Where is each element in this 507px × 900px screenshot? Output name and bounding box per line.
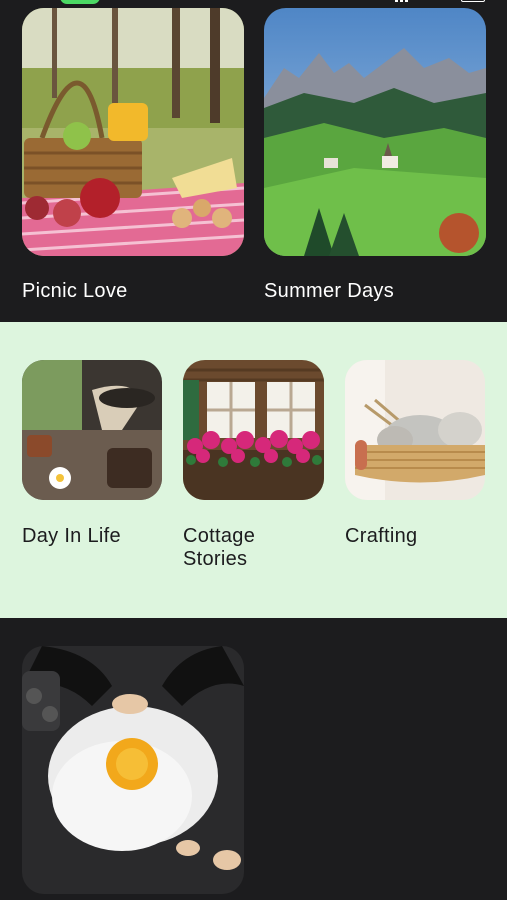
card-crafting[interactable]: Crafting <box>345 360 490 560</box>
picnic-love-image <box>22 8 244 256</box>
status-icons <box>395 0 485 2</box>
cottage-stories-image <box>183 360 324 500</box>
status-pill <box>60 0 100 4</box>
crafting-image <box>345 360 485 500</box>
signal-icon <box>395 0 398 2</box>
baking-image <box>22 646 244 894</box>
signal-bar <box>405 0 408 2</box>
card-label-crafting: Crafting <box>345 525 418 547</box>
signal-bar <box>400 0 403 2</box>
card-baking[interactable] <box>22 646 244 894</box>
day-in-life-image <box>22 360 162 500</box>
card-picnic-love[interactable]: Picnic Love <box>22 8 244 313</box>
card-label-day-in-life: Day In Life <box>22 525 121 547</box>
card-cottage-stories[interactable]: Cottage Stories <box>183 360 328 580</box>
card-summer-days[interactable]: Summer Days <box>264 8 486 313</box>
battery-icon <box>461 0 485 2</box>
card-label-picnic-love: Picnic Love <box>22 280 128 302</box>
card-day-in-life[interactable]: Day In Life <box>22 360 162 560</box>
middle-section: Day In Life Cottage Stories Crafting <box>0 322 507 618</box>
card-label-cottage-stories: Cottage Stories <box>183 525 256 570</box>
card-label-summer-days: Summer Days <box>264 280 394 302</box>
summer-days-image <box>264 8 486 256</box>
